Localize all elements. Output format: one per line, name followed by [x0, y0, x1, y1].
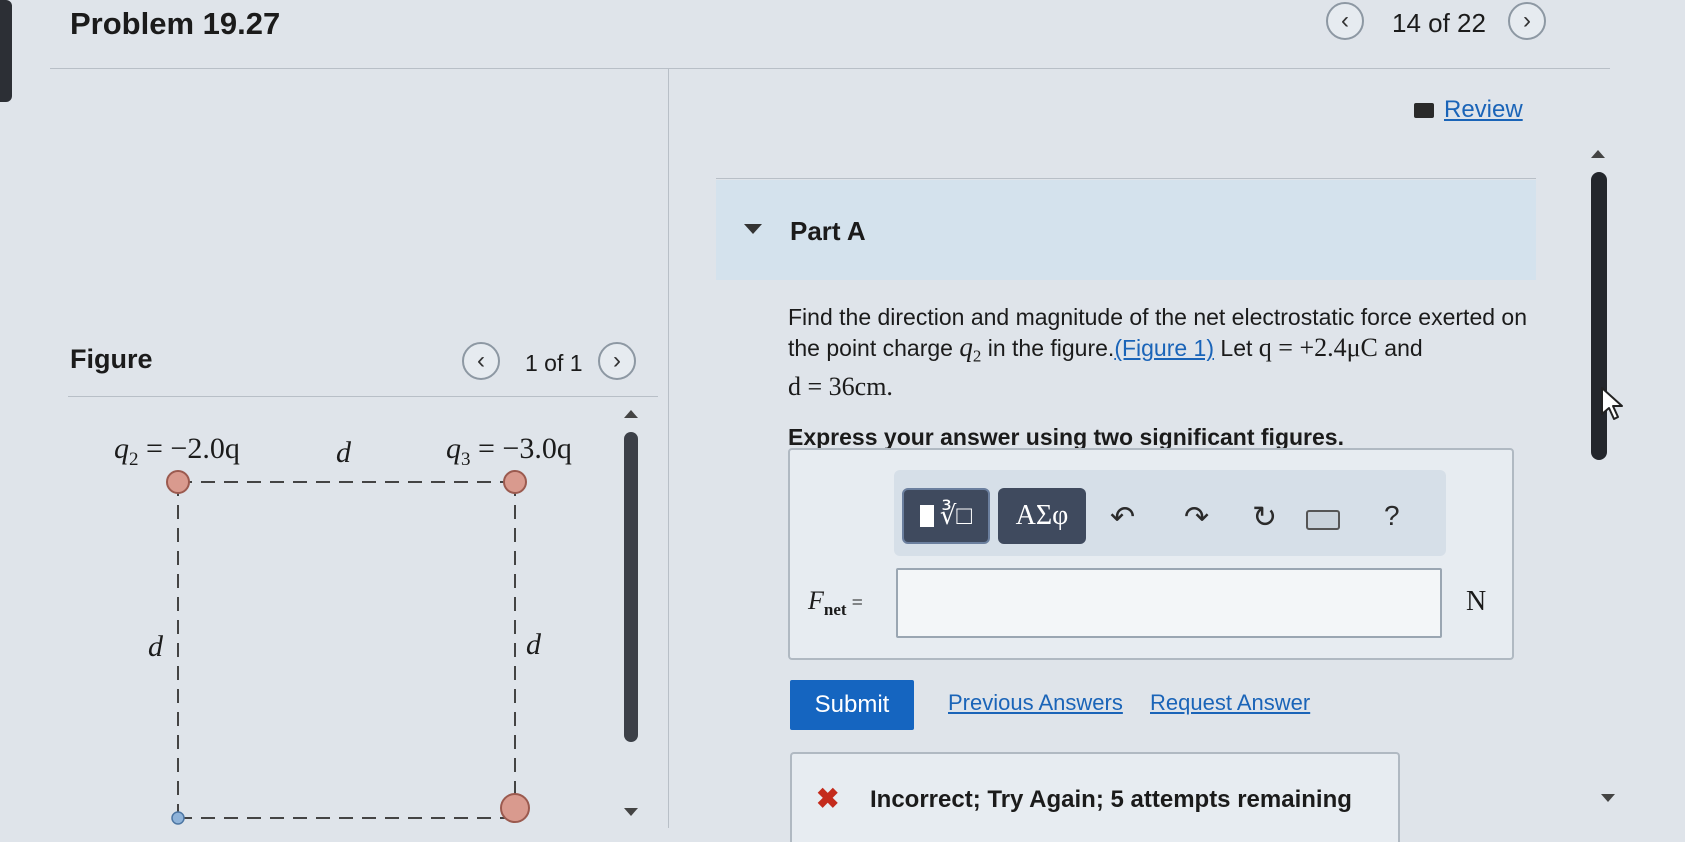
page-scroll-down-icon[interactable]	[1601, 794, 1615, 802]
book-icon	[1414, 102, 1434, 118]
error-x-icon: ✖	[816, 783, 840, 814]
problem-pager: 14 of 22	[1392, 8, 1486, 38]
q2-label: q2 = −2.0q	[114, 432, 240, 471]
problem-title: Problem 19.27	[70, 6, 281, 41]
reset-icon[interactable]: ↻	[1252, 500, 1277, 535]
figure-pager: 1 of 1	[525, 350, 583, 376]
charge-q2-marker	[166, 470, 190, 494]
greek-label: ΑΣφ	[1015, 500, 1069, 531]
submit-button[interactable]: Submit	[790, 680, 914, 730]
undo-icon[interactable]: ↶	[1110, 500, 1135, 535]
greek-symbols-button[interactable]: ΑΣφ	[998, 488, 1086, 544]
previous-problem-button[interactable]: ‹	[1326, 2, 1364, 40]
figure-previous-button[interactable]: ‹	[462, 342, 500, 380]
charge-diagram	[166, 470, 530, 825]
q3-subscript: 3	[461, 449, 471, 470]
answer-label-symbol: F	[808, 586, 824, 615]
chevron-right-icon: ›	[613, 347, 621, 374]
figure-scroll-down-icon[interactable]	[624, 808, 638, 816]
previous-answers-link[interactable]: Previous Answers	[948, 690, 1123, 716]
redo-icon[interactable]: ↷	[1184, 500, 1209, 535]
q3-value: = −3.0q	[470, 432, 572, 465]
d-left-label: d	[148, 630, 163, 663]
feedback-box: ✖ Incorrect; Try Again; 5 attempts remai…	[790, 752, 1400, 842]
question-and-text: and	[1377, 335, 1423, 361]
figure-divider	[68, 396, 658, 397]
answer-label-equals: =	[846, 592, 863, 614]
page-scroll-up-icon[interactable]	[1591, 150, 1605, 158]
answer-label-subscript: net	[823, 600, 847, 620]
question-d-equation: d = 36cm.	[788, 371, 893, 401]
q3-label: q3 = −3.0q	[446, 432, 572, 471]
question-line-2-mid: in the figure.	[981, 335, 1115, 361]
left-edge-tab	[0, 0, 12, 102]
answer-box: ∛□ ΑΣφ ↶ ↷ ↻ ? Fnet = N	[788, 448, 1514, 660]
question-charge-symbol: q	[959, 332, 973, 362]
next-problem-button[interactable]: ›	[1508, 2, 1546, 40]
question-q-equation: q = +2.4μC	[1258, 333, 1378, 362]
collapse-triangle-icon	[744, 224, 762, 234]
charge-q1-marker	[500, 793, 530, 823]
templates-square-icon	[919, 505, 934, 527]
q2-value: = −2.0q	[138, 432, 240, 465]
answer-input[interactable]	[896, 568, 1442, 638]
charge-q3-marker	[503, 470, 527, 494]
keyboard-icon[interactable]	[1306, 510, 1340, 530]
question-text: Find the direction and magnitude of the …	[788, 302, 1548, 452]
chevron-left-icon: ‹	[477, 347, 485, 374]
chevron-right-icon: ›	[1523, 7, 1531, 34]
question-line-1: Find the direction and magnitude of the …	[788, 304, 1527, 330]
q2-symbol: q	[114, 432, 129, 465]
templates-label: ∛□	[939, 501, 973, 530]
help-button[interactable]: ?	[1384, 500, 1400, 532]
question-line-2-start: the point charge	[788, 335, 960, 361]
figure-heading: Figure	[70, 344, 153, 374]
question-let-text: Let	[1214, 335, 1259, 361]
request-answer-link[interactable]: Request Answer	[1150, 690, 1310, 716]
chevron-left-icon: ‹	[1341, 7, 1349, 34]
figure-next-button[interactable]: ›	[598, 342, 636, 380]
figure-scroll-up-icon[interactable]	[624, 410, 638, 418]
review-link[interactable]: Review	[1414, 96, 1523, 124]
review-label: Review	[1444, 96, 1523, 123]
q3-symbol: q	[446, 432, 461, 465]
math-toolbar: ∛□ ΑΣφ ↶ ↷ ↻ ?	[894, 470, 1446, 556]
mouse-cursor-icon	[1601, 387, 1623, 420]
pane-divider	[668, 68, 669, 828]
figure-scrollbar-thumb[interactable]	[624, 432, 638, 742]
d-right-label: d	[526, 628, 541, 661]
templates-button[interactable]: ∛□	[902, 488, 990, 544]
feedback-message: Incorrect; Try Again; 5 attempts remaini…	[870, 786, 1352, 813]
part-a-header[interactable]: Part A	[716, 180, 1536, 280]
answer-unit: N	[1466, 586, 1487, 617]
figure-1-link[interactable]: (Figure 1)	[1114, 335, 1214, 361]
question-line-2: the point charge q2 in the figure.(Figur…	[788, 332, 1548, 372]
d-top-label: d	[336, 436, 351, 469]
empty-corner-marker	[171, 811, 185, 825]
answer-label: Fnet =	[808, 586, 863, 620]
part-a-label: Part A	[790, 216, 866, 246]
header-divider	[50, 68, 1610, 69]
q2-subscript: 2	[129, 449, 139, 470]
review-divider	[716, 178, 1536, 179]
